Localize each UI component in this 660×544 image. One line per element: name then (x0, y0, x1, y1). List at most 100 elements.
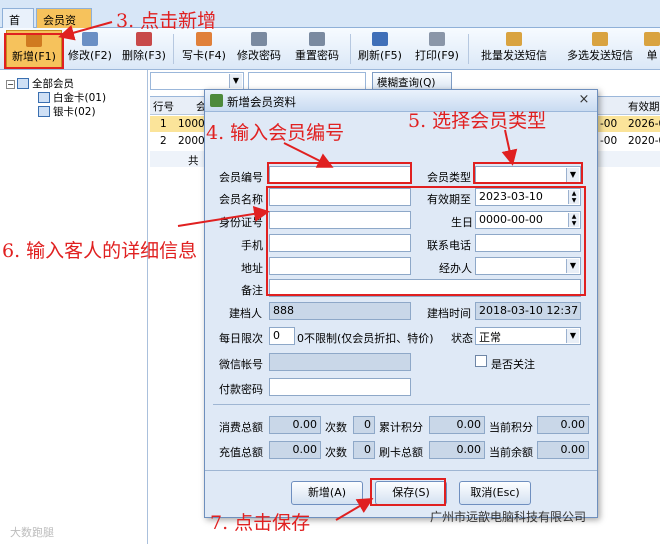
toolbar-separator (350, 34, 351, 64)
annotation-step3: 3. 点击新增 (116, 10, 217, 32)
label-status: 状态 (451, 332, 473, 345)
sms-icon (506, 32, 522, 46)
recharge-total-field: 0.00 (269, 441, 321, 459)
label-remark: 备注 (241, 284, 263, 297)
label-card-total: 刷卡总额 (379, 446, 423, 459)
collapse-icon[interactable]: − (6, 80, 15, 89)
daily-limit-input[interactable]: 0 (269, 327, 295, 345)
acc-points-field: 0.00 (429, 416, 485, 434)
label-address: 地址 (241, 262, 263, 275)
label-consume-total: 消费总额 (219, 421, 263, 434)
cell-row-no: 2 (160, 135, 167, 147)
sms-icon (592, 32, 608, 46)
reset-password-button[interactable]: 重置密码 (288, 30, 346, 68)
add-dialog-button[interactable]: 新增(A) (291, 481, 363, 505)
delete-icon (136, 32, 152, 46)
edit-icon (82, 32, 98, 46)
watermark-right: 广州市远歆电脑科技有限公司 (430, 510, 587, 524)
member-tree: − 全部会员 白金卡(01) 银卡(02) (0, 70, 148, 544)
cell-date2: 2026-0 (628, 118, 660, 130)
status-value: 正常 (479, 331, 501, 344)
new-member-dialog: 新增会员资料 × 会员编号 会员类型 ▼ 会员名称 有效期至 2023-03-1… (204, 89, 598, 518)
chevron-down-icon: ▼ (566, 329, 579, 343)
header-row-no: 行号 (153, 101, 174, 113)
toolbar-separator (468, 34, 469, 64)
label-consume-count: 次数 (325, 421, 347, 434)
pay-password-input[interactable] (269, 378, 411, 396)
label-follow: 是否关注 (491, 358, 535, 371)
label-recharge-total: 充值总额 (219, 446, 263, 459)
label-id-no: 身份证号 (219, 216, 263, 229)
annotation-step7: 7. 点击保存 (210, 512, 311, 534)
highlight-save (370, 478, 446, 506)
change-password-button[interactable]: 修改密码 (232, 30, 286, 68)
toolbar-separator (173, 34, 174, 64)
tree-item-silver[interactable]: 银卡(02) (38, 104, 96, 119)
wechat-field (269, 353, 411, 371)
label-create-time: 建档时间 (427, 307, 471, 320)
tab-member-info[interactable]: 会员资料 (36, 8, 92, 43)
label-wechat: 微信帐号 (219, 358, 263, 371)
card-icon (38, 92, 50, 103)
tab-bar: 首页 会员资料 (0, 0, 660, 43)
daily-limit-value: 0 (273, 329, 280, 342)
watermark-left: 大数跑腿 (10, 526, 54, 539)
highlight-details (266, 186, 586, 296)
tab-home[interactable]: 首页 (2, 8, 34, 43)
filter-input[interactable] (248, 72, 366, 90)
follow-checkbox[interactable] (475, 355, 487, 367)
creator-field: 888 (269, 302, 411, 320)
total-label: 共 (188, 155, 199, 167)
label-acc-points: 累计积分 (379, 421, 423, 434)
label-member-name: 会员名称 (219, 193, 263, 206)
cell-row-no: 1 (160, 118, 167, 130)
limit-hint: 0不限制(仅会员折扣、特价) (297, 332, 434, 345)
write-card-icon (196, 32, 212, 46)
label-mobile: 手机 (241, 239, 263, 252)
refresh-button[interactable]: 刷新(F5) (354, 30, 406, 68)
reset-key-icon (309, 32, 325, 46)
key-icon (251, 32, 267, 46)
annotation-step6: 6. 输入客人的详细信息 (2, 240, 198, 262)
tree-item-platinum[interactable]: 白金卡(01) (38, 90, 106, 105)
create-time-value: 2018-03-10 12:37 (479, 304, 579, 317)
label-recharge-count: 次数 (325, 446, 347, 459)
print-button[interactable]: 打印(F9) (410, 30, 464, 68)
highlight-member-type (473, 162, 583, 184)
edit-button[interactable]: 修改(F2) (64, 30, 116, 68)
sms-icon (644, 32, 660, 46)
label-cur-points: 当前积分 (489, 421, 533, 434)
highlight-add-button (4, 33, 64, 69)
delete-button[interactable]: 删除(F3) (118, 30, 170, 68)
cell-date1: -00 (600, 135, 618, 147)
label-member-no: 会员编号 (219, 171, 263, 184)
consume-count-field: 0 (353, 416, 375, 434)
label-member-type: 会员类型 (427, 171, 471, 184)
status-select[interactable]: 正常 ▼ (475, 327, 581, 345)
create-time-field: 2018-03-10 12:37 (475, 302, 581, 320)
label-creator: 建档人 (229, 307, 262, 320)
chevron-down-icon: ▼ (229, 74, 242, 88)
filter-select[interactable]: ▼ (150, 72, 244, 90)
multi-sms-button[interactable]: 多选发送短信 (558, 30, 642, 68)
refresh-icon (372, 32, 388, 46)
tree-root[interactable]: − 全部会员 (6, 76, 74, 91)
card-total-field: 0.00 (429, 441, 485, 459)
label-cur-balance: 当前余额 (489, 446, 533, 459)
cancel-button[interactable]: 取消(Esc) (459, 481, 531, 505)
consume-total-field: 0.00 (269, 416, 321, 434)
close-icon[interactable]: × (576, 93, 592, 108)
label-pay-password: 付款密码 (219, 383, 263, 396)
card-icon (38, 106, 50, 117)
write-card-button[interactable]: 写卡(F4) (178, 30, 230, 68)
batch-sms-button[interactable]: 批量发送短信 (472, 30, 556, 68)
creator-value: 888 (273, 304, 294, 317)
app-icon (210, 94, 223, 107)
recharge-count-field: 0 (353, 441, 375, 459)
folder-icon (17, 78, 29, 89)
cur-points-field: 0.00 (537, 416, 589, 434)
single-sms-button[interactable]: 单 (644, 30, 660, 68)
dialog-title: 新增会员资料 (227, 95, 296, 109)
toolbar: 新增(F1) 修改(F2) 删除(F3) 写卡(F4) 修改密码 重置密码 刷新… (0, 28, 660, 70)
annotation-step5: 5. 选择会员类型 (408, 110, 547, 132)
